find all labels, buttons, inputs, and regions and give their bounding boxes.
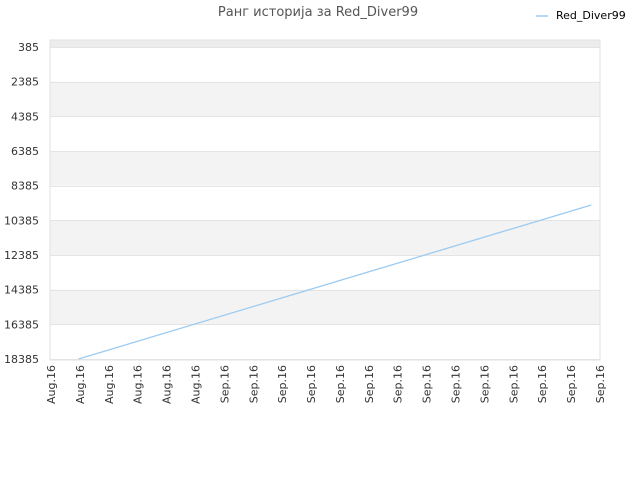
x-tick-label: Sep.16: [450, 365, 463, 403]
y-tick-label: 2385: [11, 76, 39, 89]
x-tick-label: Aug.16: [45, 365, 58, 404]
x-tick-label: Aug.16: [74, 365, 87, 404]
y-tick-label: 14385: [4, 284, 39, 297]
plot-bands: [50, 40, 600, 359]
x-tick-label: Sep.16: [392, 365, 405, 403]
plot-band: [50, 220, 600, 255]
y-tick-label: 10385: [4, 214, 39, 227]
x-tick-label: Sep.16: [218, 365, 231, 403]
plot-band: [50, 47, 600, 82]
y-tick-label: 8385: [11, 180, 39, 193]
plot-band: [50, 324, 600, 359]
legend-label-red-diver99: Red_Diver99: [556, 9, 626, 22]
x-tick-label: Aug.16: [132, 365, 145, 404]
y-tick-label: 16385: [4, 318, 39, 331]
x-tick-label: Sep.16: [276, 365, 289, 403]
rank-history-chart: Ранг историја за Red_Diver99 Red_Diver99…: [4, 5, 626, 404]
legend: Red_Diver99: [536, 9, 626, 22]
plot-band: [50, 116, 600, 151]
plot-band: [50, 185, 600, 221]
x-axis-tick-labels: Aug.16 Aug.16 Aug.16 Aug.16 Aug.16 Aug.16 Sep.…: [45, 365, 607, 404]
x-tick-label: Sep.16: [565, 365, 578, 403]
x-tick-label: Sep.16: [478, 365, 491, 403]
plot-band: [50, 289, 600, 325]
x-tick-label: Aug.16: [103, 365, 116, 404]
chart-title: Ранг историја за Red_Diver99: [218, 5, 418, 20]
x-tick-label: Sep.16: [305, 365, 318, 403]
y-tick-label: 12385: [4, 249, 39, 262]
y-axis-tick-labels: 385 2385 4385 6385 8385 10385 12385 14385 16385 1…: [4, 41, 39, 366]
plot-band: [50, 151, 600, 186]
plot-band-top: [50, 40, 600, 47]
y-tick-label: 6385: [11, 145, 39, 158]
x-tick-label: Aug.16: [189, 365, 202, 404]
y-tick-label: 4385: [11, 110, 39, 123]
x-tick-label: Sep.16: [363, 365, 376, 403]
x-tick-label: Aug.16: [161, 365, 174, 404]
x-tick-label: Sep.16: [247, 365, 260, 403]
x-tick-label: Sep.16: [507, 365, 520, 403]
y-tick-label: 18385: [4, 353, 39, 366]
plot-band: [50, 81, 600, 117]
x-tick-label: Sep.16: [594, 365, 607, 403]
y-tick-label: 385: [18, 41, 39, 54]
x-tick-label: Sep.16: [421, 365, 434, 403]
x-tick-label: Sep.16: [536, 365, 549, 403]
x-tick-label: Sep.16: [334, 365, 347, 403]
